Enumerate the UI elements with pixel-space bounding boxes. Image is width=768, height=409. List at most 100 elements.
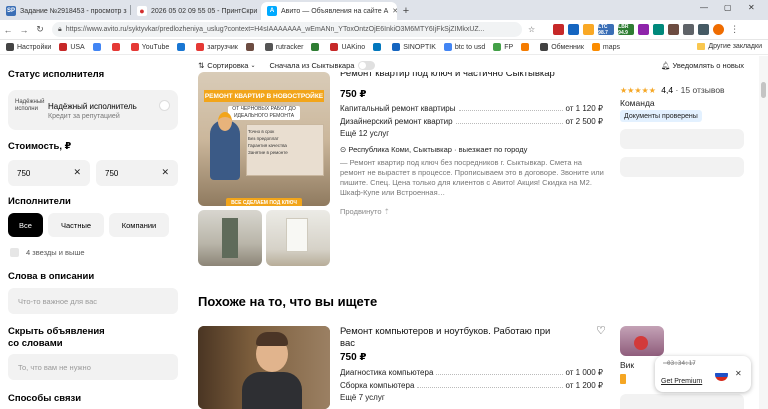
new-tab-button[interactable]: +	[397, 2, 415, 20]
seller2-contact-button[interactable]	[620, 394, 744, 409]
bookmark-downloader[interactable]: загрузчик	[196, 43, 238, 51]
ad1-worker-illustration	[210, 112, 240, 180]
ad1-title[interactable]: Ремонт квартир под ключ и частично Сыкты…	[340, 72, 555, 82]
executors-title: Исполнители	[8, 196, 71, 207]
bookmark-maps[interactable]: maps	[591, 43, 620, 51]
verified-filter-card[interactable]: Надёжный исполни Надёжный исполнитель Кр…	[8, 90, 178, 130]
contact-button[interactable]	[620, 129, 744, 149]
tab-printscreen[interactable]: ● 2026 05 02 09 55 05 - ПринтСкри ✕	[131, 2, 261, 20]
ad2-main-image[interactable]	[198, 326, 330, 409]
cost-title: Стоимость, ₽	[8, 141, 72, 152]
ad2-title-line2[interactable]: вас	[340, 338, 355, 349]
extension-icon[interactable]	[638, 24, 650, 35]
extension-icon[interactable]	[583, 24, 595, 35]
seller2-name[interactable]: Вик	[620, 360, 634, 370]
maximize-button[interactable]: ▢	[724, 3, 732, 12]
similar-section-title: Похоже на то, что вы ищете	[198, 294, 378, 309]
scrollbar-thumb[interactable]	[761, 82, 766, 98]
ad2-title-line1[interactable]: Ремонт компьютеров и ноутбуков. Работаю …	[340, 326, 550, 337]
ad1-main-image[interactable]: РЕМОНТ КВАРТИР В НОВОСТРОЙКЕ ОТ ЧЕРНОВЫХ…	[198, 72, 330, 206]
ad2-person-hair	[256, 332, 288, 346]
get-premium-link[interactable]: Get Premium	[661, 378, 702, 385]
tab-task[interactable]: SP Задание №2918453 - просмотр з ✕	[0, 2, 130, 20]
bookmark-settings[interactable]: Настройки	[6, 43, 51, 51]
seller1-reviews[interactable]: 15 отзывов	[681, 85, 725, 95]
ad1-image-banner: РЕМОНТ КВАРТИР В НОВОСТРОЙКЕ	[204, 90, 324, 102]
favorite-heart-icon[interactable]: ♡	[596, 324, 606, 337]
bookmark-brown[interactable]	[245, 43, 257, 51]
close-icon[interactable]: ✕	[127, 7, 130, 15]
bookmark-icon	[373, 43, 382, 51]
bookmark-btc[interactable]: btc to usd	[443, 43, 485, 51]
bookmark-icon	[311, 43, 320, 51]
popup-close-icon[interactable]: ✕	[735, 369, 742, 378]
russian-flag-icon[interactable]	[715, 368, 728, 381]
bookmark-lightblue[interactable]	[373, 43, 384, 51]
ad2-service-row: Диагностика компьютера от 1 000 ₽	[340, 368, 603, 377]
executor-private-button[interactable]: Частные	[48, 213, 104, 237]
bookmark-blue[interactable]	[177, 43, 188, 51]
hide-words-input[interactable]: То, что вам не нужно	[8, 354, 178, 380]
bookmark-google[interactable]	[92, 43, 104, 51]
bookmark-fp[interactable]: FP	[493, 43, 513, 51]
bookmark-usa[interactable]: USA	[59, 43, 85, 51]
puzzle-icon[interactable]	[683, 24, 695, 35]
extension-icon[interactable]	[668, 24, 680, 35]
reload-icon[interactable]: ↻	[32, 24, 48, 35]
page-scrollbar[interactable]	[759, 56, 768, 409]
bookmark-red[interactable]	[111, 43, 123, 51]
lbr-extension-icon[interactable]: LBR 94.9	[618, 24, 635, 36]
message-button[interactable]	[620, 157, 744, 177]
close-window-button[interactable]: ✕	[748, 3, 755, 12]
avito-favicon-icon: A	[267, 6, 277, 16]
bookmark-green[interactable]	[311, 43, 322, 51]
bookmark-orange[interactable]	[521, 43, 532, 51]
promoted-arrow-icon: ⇡	[383, 207, 390, 216]
ltc-extension-icon[interactable]: LTC 98.7	[598, 24, 615, 36]
menu-dots-icon[interactable]: ⋮	[730, 24, 739, 35]
stars-checkbox[interactable]	[10, 248, 19, 257]
bookmark-youtube[interactable]: YouTube	[130, 43, 169, 51]
extension-icon[interactable]	[653, 24, 665, 35]
bookmark-icon	[493, 43, 502, 51]
forward-icon[interactable]: →	[16, 25, 32, 35]
sidebar-icon[interactable]	[698, 24, 710, 35]
other-bookmarks[interactable]: Другие закладки	[697, 43, 762, 50]
bookmark-star-icon[interactable]: ☆	[528, 25, 535, 34]
bookmark-sinoptik[interactable]: SINOPTIK	[392, 43, 436, 51]
first-in-city-toggle[interactable]	[358, 61, 376, 70]
clear-icon[interactable]: ✕	[161, 167, 169, 178]
ad1-thumbnail[interactable]	[266, 210, 330, 266]
executor-all-button[interactable]: Все	[8, 213, 43, 237]
ad1-promoted: Продвинуто ⇡	[340, 207, 390, 216]
extension-icon[interactable]	[568, 24, 580, 35]
ad2-more-services[interactable]: Ещё 7 услуг	[340, 393, 385, 402]
price-to-input[interactable]: 750 ✕	[96, 160, 178, 186]
minimize-button[interactable]: —	[700, 3, 708, 12]
tab-avito[interactable]: A Авито — Объявления на сайте А ✕	[261, 2, 397, 20]
clear-icon[interactable]: ✕	[73, 167, 81, 178]
verified-radio[interactable]	[159, 100, 170, 111]
back-icon[interactable]: ←	[0, 25, 16, 35]
documents-verified-badge: Документы проверены	[620, 110, 702, 122]
ad1-thumbnail[interactable]	[198, 210, 262, 266]
executor-company-button[interactable]: Компании	[109, 213, 169, 237]
sort-dropdown[interactable]: Сортировка	[207, 61, 248, 70]
seller2-avatar[interactable]	[620, 326, 664, 356]
rating-stars-icon: ★★★★★	[620, 86, 656, 95]
notify-new-button[interactable]: 🔔︎ Уведомлять о новых	[661, 61, 744, 70]
ad1-more-services[interactable]: Ещё 12 услуг	[340, 129, 389, 138]
tab-favicon-icon: SP	[6, 6, 16, 16]
extension-icon[interactable]	[553, 24, 565, 35]
close-icon[interactable]: ✕	[388, 7, 397, 15]
words-input[interactable]: Что-то важное для вас	[8, 288, 178, 314]
exchange-icon	[540, 43, 549, 51]
bookmark-exchanger[interactable]: Обменник	[540, 43, 584, 51]
bookmark-uakino[interactable]: UAKino	[330, 43, 365, 51]
seller2-rating-star-icon	[620, 374, 626, 384]
page-content: Статус исполнителя Надёжный исполни Надё…	[0, 56, 768, 409]
price-from-input[interactable]: 750 ✕	[8, 160, 90, 186]
url-input[interactable]: 🔒︎ https://www.avito.ru/syktyvkar/predlo…	[52, 22, 522, 37]
profile-avatar-icon[interactable]	[713, 24, 725, 35]
bookmark-rutracker[interactable]: rutracker	[264, 43, 303, 51]
